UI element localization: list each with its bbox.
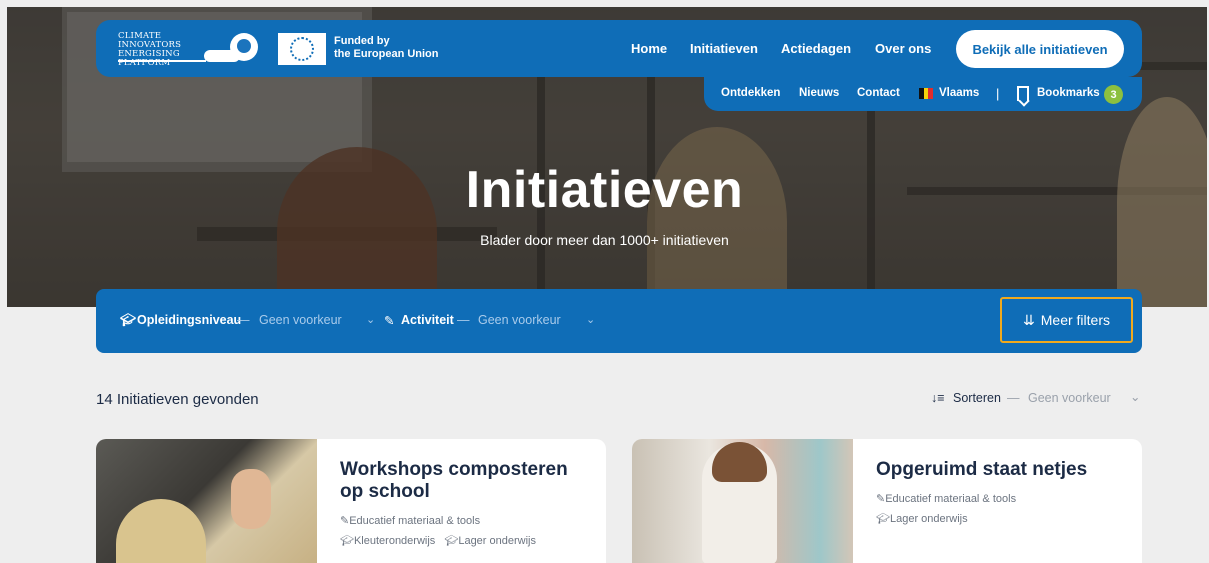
nav-home[interactable]: Home <box>631 41 667 56</box>
logo-text: CLIMATE INNOVATORS ENERGISING PLATFORM <box>118 31 182 68</box>
subnav-ontdekken[interactable]: Ontdekken <box>721 87 780 99</box>
sliders-icon: ⇊ <box>1023 311 1035 328</box>
pencil-icon: ✎ <box>340 515 350 527</box>
card-category: ✎Educatief materiaal & tools <box>876 493 1017 505</box>
more-filters-button[interactable]: ⇊ Meer filters <box>1000 297 1133 343</box>
filter-bar <box>96 289 1142 353</box>
filter-activity-label[interactable]: Activiteit <box>401 313 454 327</box>
card-title[interactable]: Opgeruimd staat netjes <box>876 459 1126 481</box>
graduation-cap-icon: 🎓︎ <box>876 513 890 525</box>
results-count: 14 Initiatieven gevonden <box>96 391 259 408</box>
card-category: ✎Educatief materiaal & tools <box>340 515 481 527</box>
sort-value[interactable]: Geen voorkeur <box>1028 391 1111 405</box>
chevron-down-icon[interactable]: ⌄ <box>586 313 595 326</box>
initiative-card[interactable]: Opgeruimd staat netjes ✎Educatief materi… <box>632 439 1142 563</box>
eu-flag-icon <box>278 33 326 65</box>
filter-activity-value[interactable]: Geen voorkeur <box>478 313 561 327</box>
globe-icon <box>230 33 258 61</box>
filter-level-value[interactable]: Geen voorkeur <box>259 313 342 327</box>
initiative-card[interactable]: Workshops composteren op school ✎Educati… <box>96 439 606 563</box>
nav-over-ons[interactable]: Over ons <box>875 41 931 56</box>
filter-activity-dash: — <box>457 313 470 327</box>
eu-funding-label: Funded by the European Union <box>334 35 439 60</box>
belgian-flag-icon <box>919 88 934 99</box>
pencil-icon: ✎ <box>384 314 395 328</box>
page-title: Initiatieven <box>465 161 744 219</box>
initiative-image <box>632 439 853 563</box>
sort-icon: ↓≡ <box>931 391 945 405</box>
pencil-icon: ✎ <box>876 493 886 505</box>
graduation-cap-icon: 🎓︎ <box>444 535 459 547</box>
chevron-down-icon[interactable]: ⌄ <box>1130 389 1140 404</box>
language-selector[interactable]: Vlaams <box>939 87 979 99</box>
all-initiatives-button[interactable]: Bekijk alle initiatieven <box>956 30 1124 68</box>
subnav-nieuws[interactable]: Nieuws <box>799 87 839 99</box>
climate-innovators-logo[interactable]: CLIMATE INNOVATORS ENERGISING PLATFORM <box>118 31 260 68</box>
nav-initiatieven[interactable]: Initiatieven <box>690 41 758 56</box>
filter-level-label[interactable]: Opleidingsniveau <box>137 313 241 327</box>
subnav-contact[interactable]: Contact <box>857 87 900 99</box>
initiative-image <box>96 439 317 563</box>
card-levels: 🎓︎Lager onderwijs <box>876 513 968 525</box>
card-levels: 🎓︎Kleuteronderwijs 🎓︎Lager onderwijs <box>340 535 536 547</box>
bookmarks-count-badge: 3 <box>1104 85 1123 104</box>
chevron-down-icon[interactable]: ⌄ <box>366 313 375 326</box>
graduation-cap-icon: 🎓︎ <box>340 535 354 547</box>
filter-level-dash: — <box>237 313 250 327</box>
sort-dash: — <box>1007 391 1020 405</box>
graduation-cap-icon: 🎓︎ <box>120 313 136 327</box>
bookmark-icon <box>1017 86 1029 101</box>
more-filters-label: Meer filters <box>1040 312 1110 328</box>
nav-actiedagen[interactable]: Actiedagen <box>781 41 851 56</box>
bookmarks-link[interactable]: Bookmarks <box>1037 87 1100 99</box>
card-title[interactable]: Workshops composteren op school <box>340 459 590 503</box>
nav-divider: | <box>996 86 1000 101</box>
page-subtitle: Blader door meer dan 1000+ initiatieven <box>480 232 729 248</box>
sort-label[interactable]: Sorteren <box>953 391 1001 405</box>
